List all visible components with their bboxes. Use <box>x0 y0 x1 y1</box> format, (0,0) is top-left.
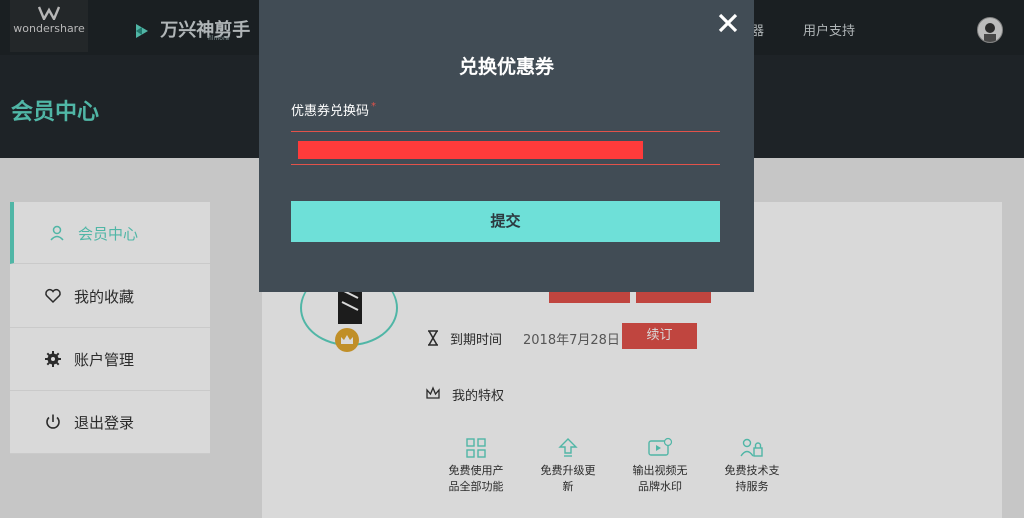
submit-button[interactable]: 提交 <box>291 201 720 242</box>
close-icon[interactable] <box>716 11 740 35</box>
coupon-code-label-text: 优惠券兑换码 <box>291 104 370 119</box>
required-mark: * <box>371 101 377 112</box>
coupon-code-label: 优惠券兑换码 * <box>291 100 377 119</box>
redacted-coupon-value <box>298 141 643 159</box>
modal-title: 兑换优惠券 <box>458 56 554 78</box>
